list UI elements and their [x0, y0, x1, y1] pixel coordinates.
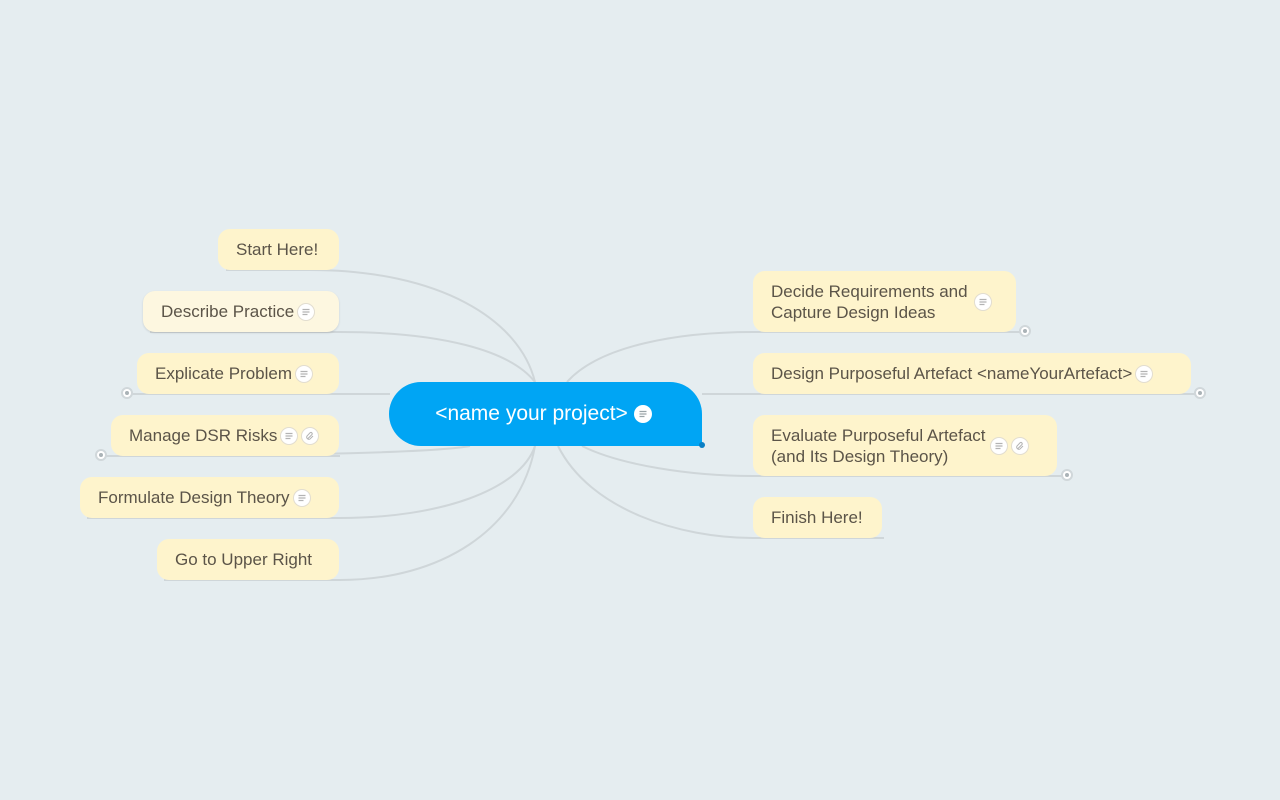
topic-label: Go to Upper Right — [175, 550, 313, 569]
attachment-icon[interactable] — [301, 426, 320, 445]
topic-formulate-design-theory[interactable]: Formulate Design Theory — [80, 477, 339, 518]
notes-icon[interactable] — [989, 436, 1008, 455]
topic-start-here[interactable]: Start Here! — [218, 229, 339, 270]
topic-evaluate-purposeful-artefact[interactable]: Evaluate Purposeful Artefact (and Its De… — [753, 415, 1057, 476]
topic-label: Design Purposeful Artefact <nameYourArte… — [771, 364, 1133, 383]
topic-finish-here[interactable]: Finish Here! — [753, 497, 882, 538]
resize-handle[interactable] — [699, 442, 705, 448]
notes-icon[interactable] — [1135, 364, 1154, 383]
notes-icon[interactable] — [280, 426, 299, 445]
notes-icon[interactable] — [633, 405, 652, 423]
topic-label: Finish Here! — [771, 508, 863, 527]
topic-label: Formulate Design Theory — [98, 488, 290, 507]
connector-decide-requirements — [566, 331, 754, 383]
connector-finish-here — [557, 445, 754, 539]
connector-start-here — [309, 269, 536, 383]
expand-toggle-manage-dsr-risks[interactable] — [95, 449, 107, 461]
topic-label-line: (and Its Design Theory) — [771, 446, 949, 466]
topic-label: Start Here! — [236, 240, 319, 259]
topic-label-line: Decide Requirements and — [771, 281, 968, 301]
expand-toggle-evaluate-purposeful-artefact[interactable] — [1061, 469, 1073, 481]
connector-formulate-design-theory — [339, 445, 536, 519]
connector-describe-practice — [339, 331, 536, 383]
topic-label: Evaluate Purposeful Artefact (and Its De… — [771, 425, 986, 467]
central-topic-label: <name your project> — [435, 402, 628, 425]
topic-label: Manage DSR Risks — [129, 426, 278, 445]
expand-toggle-decide-requirements[interactable] — [1019, 325, 1031, 337]
notes-icon[interactable] — [297, 302, 316, 321]
topic-label: Explicate Problem — [155, 364, 293, 383]
notes-icon[interactable] — [292, 488, 311, 507]
topic-design-purposeful-artefact[interactable]: Design Purposeful Artefact <nameYourArte… — [753, 353, 1191, 394]
topic-label: Decide Requirements and Capture Design I… — [771, 281, 968, 323]
mind-map-canvas[interactable]: <name your project> Start Here! Describe… — [0, 0, 1280, 800]
attachment-icon[interactable] — [1010, 436, 1029, 455]
topic-label: Describe Practice — [161, 302, 295, 321]
expand-toggle-design-purposeful-artefact[interactable] — [1194, 387, 1206, 399]
topic-go-to-upper-right[interactable]: Go to Upper Right — [157, 539, 339, 580]
topic-label-line: Evaluate Purposeful Artefact — [771, 425, 986, 445]
topic-explicate-problem[interactable]: Explicate Problem — [137, 353, 339, 394]
notes-icon[interactable] — [973, 292, 992, 311]
connector-go-to-upper-right — [339, 445, 536, 581]
connector-evaluate-purposeful-artefact — [581, 445, 754, 477]
topic-decide-requirements[interactable]: Decide Requirements and Capture Design I… — [753, 271, 1016, 332]
topic-label-line: Capture Design Ideas — [771, 302, 936, 322]
topic-manage-dsr-risks[interactable]: Manage DSR Risks — [111, 415, 339, 456]
notes-icon[interactable] — [295, 364, 314, 383]
expand-toggle-explicate-problem[interactable] — [121, 387, 133, 399]
topic-describe-practice[interactable]: Describe Practice — [143, 291, 339, 332]
central-topic[interactable]: <name your project> — [389, 382, 702, 446]
